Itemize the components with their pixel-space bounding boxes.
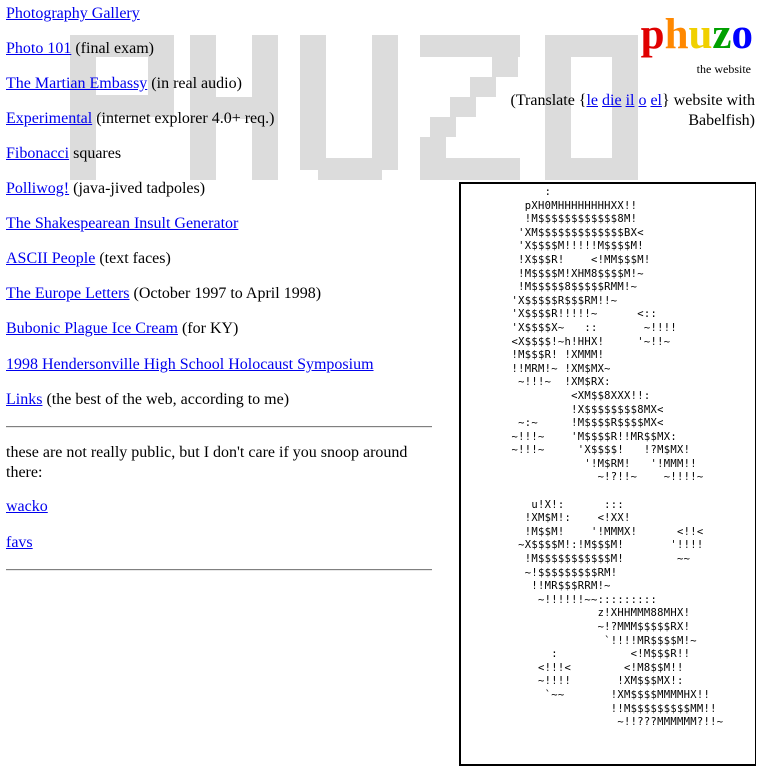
list-item: 1998 Hendersonville High School Holocaus… xyxy=(6,355,374,375)
list-item: wacko xyxy=(6,497,48,517)
logo-letter: p xyxy=(640,11,665,58)
link-shakespearean-insult-generator[interactable]: The Shakespearean Insult Generator xyxy=(6,215,238,232)
link-bubonic-plague-ice-cream[interactable]: Bubonic Plague Ice Cream xyxy=(6,320,178,337)
list-item: Photo 101 (final exam) xyxy=(6,40,154,57)
link-favs[interactable]: favs xyxy=(6,534,33,551)
logo-letter: u xyxy=(688,11,713,58)
translate-link-german[interactable]: die xyxy=(602,92,622,109)
translate-link-italian[interactable]: il xyxy=(626,92,635,109)
link-wacko[interactable]: wacko xyxy=(6,498,48,515)
tagline: the website xyxy=(696,62,751,76)
link-polliwog[interactable]: Polliwog! xyxy=(6,180,69,197)
link-fibonacci[interactable]: Fibonacci xyxy=(6,145,69,162)
link-photo-101[interactable]: Photo 101 xyxy=(6,40,71,57)
divider xyxy=(6,426,432,428)
logo-letter: h xyxy=(664,11,689,58)
list-item: Links (the best of the web, according to… xyxy=(6,391,290,408)
link-europe-letters[interactable]: The Europe Letters xyxy=(6,285,130,302)
divider xyxy=(6,569,432,571)
list-item: ASCII People (text faces) xyxy=(6,250,171,267)
ascii-art: : pXH0MHHHHHHHHXX!! !M$$$$$$$$$$$$8M! 'X… xyxy=(511,186,724,729)
phuzo-logo: phuzo xyxy=(641,10,753,59)
list-item: Photography Gallery xyxy=(6,4,140,24)
link-experimental[interactable]: Experimental xyxy=(6,110,92,127)
list-item: favs xyxy=(6,533,33,553)
logo-letter: o xyxy=(731,11,754,58)
link-ascii-people[interactable]: ASCII People xyxy=(6,250,95,267)
list-item: The Martian Embassy (in real audio) xyxy=(6,75,242,92)
translate-link-spanish[interactable]: el xyxy=(650,92,662,109)
private-note: these are not really public, but I don't… xyxy=(6,444,408,481)
link-links[interactable]: Links xyxy=(6,391,42,408)
logo-letter: z xyxy=(712,11,732,58)
link-holocaust-symposium[interactable]: 1998 Hendersonville High School Holocaus… xyxy=(6,356,374,373)
list-item: Experimental (internet explorer 4.0+ req… xyxy=(6,110,275,127)
list-item: Bubonic Plague Ice Cream (for KY) xyxy=(6,320,239,337)
link-photography-gallery[interactable]: Photography Gallery xyxy=(6,5,140,22)
translate-box: (Translate {le die il o el} website with… xyxy=(510,92,756,129)
list-item: The Shakespearean Insult Generator xyxy=(6,214,238,234)
translate-link-portuguese[interactable]: o xyxy=(638,92,646,109)
ascii-art-panel: : pXH0MHHHHHHHHXX!! !M$$$$$$$$$$$$8M! 'X… xyxy=(459,182,756,766)
translate-link-french[interactable]: le xyxy=(586,92,598,109)
list-item: Polliwog! (java-jived tadpoles) xyxy=(6,180,206,197)
list-item: The Europe Letters (October 1997 to Apri… xyxy=(6,285,322,302)
link-martian-embassy[interactable]: The Martian Embassy xyxy=(6,75,147,92)
list-item: Fibonacci squares xyxy=(6,145,122,162)
